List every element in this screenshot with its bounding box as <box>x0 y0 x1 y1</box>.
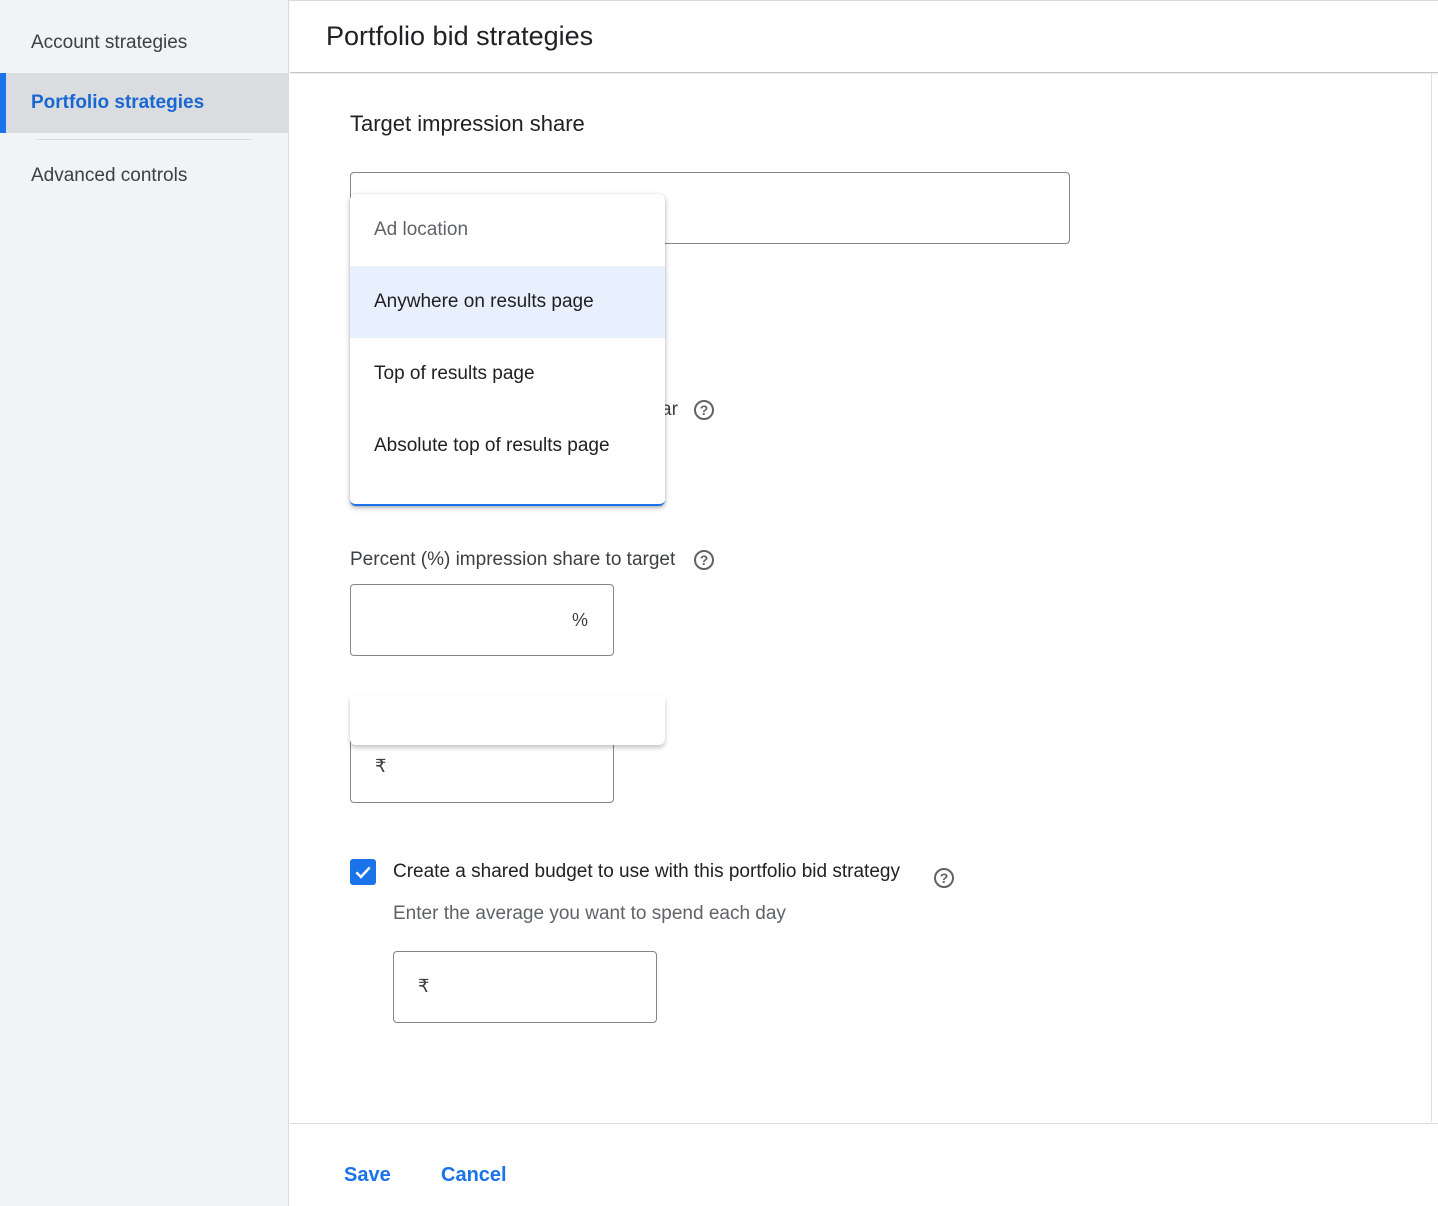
budget-input[interactable]: ₹ <box>393 951 657 1023</box>
percent-suffix: % <box>572 610 589 630</box>
check-icon <box>355 866 371 879</box>
option-top-of-results-page[interactable]: Top of results page <box>350 338 665 410</box>
sidebar: Account strategies Portfolio strategies … <box>0 0 289 1206</box>
floating-panel-remnant <box>350 696 665 745</box>
page-title: Portfolio bid strategies <box>326 21 594 51</box>
shared-budget-label: Create a shared budget to use with this … <box>393 861 900 882</box>
sidebar-item-label: Portfolio strategies <box>31 92 205 113</box>
sidebar-item-label: Account strategies <box>31 32 188 53</box>
sidebar-item-portfolio-strategies[interactable]: Portfolio strategies <box>0 73 288 133</box>
sidebar-item-label: Advanced controls <box>31 165 188 186</box>
option-absolute-top-of-results-page[interactable]: Absolute top of results page <box>350 410 665 482</box>
cancel-button[interactable]: Cancel <box>441 1164 507 1187</box>
form-footer: Save Cancel <box>290 1123 1438 1206</box>
currency-symbol: ₹ <box>418 976 430 996</box>
shared-budget-hint: Enter the average you want to spend each… <box>393 903 786 924</box>
help-icon[interactable]: ? <box>694 400 714 420</box>
sidebar-item-advanced-controls[interactable]: Advanced controls <box>0 146 288 206</box>
percent-input[interactable]: % <box>350 584 614 656</box>
section-title: Target impression share <box>350 111 585 136</box>
shared-budget-checkbox[interactable] <box>350 859 376 885</box>
help-icon[interactable]: ? <box>934 868 954 888</box>
save-button[interactable]: Save <box>344 1164 391 1187</box>
percent-label: Percent (%) impression share to target <box>350 549 676 570</box>
ad-location-dropdown: Ad location Anywhere on results page Top… <box>350 194 665 506</box>
sidebar-item-account-strategies[interactable]: Account strategies <box>0 13 288 73</box>
sidebar-divider <box>37 139 252 140</box>
dropdown-header: Ad location <box>374 219 469 240</box>
option-anywhere-on-results-page[interactable]: Anywhere on results page <box>350 266 665 338</box>
page-header: Portfolio bid strategies <box>290 1 1438 73</box>
help-icon[interactable]: ? <box>694 550 714 570</box>
currency-symbol: ₹ <box>375 756 387 776</box>
